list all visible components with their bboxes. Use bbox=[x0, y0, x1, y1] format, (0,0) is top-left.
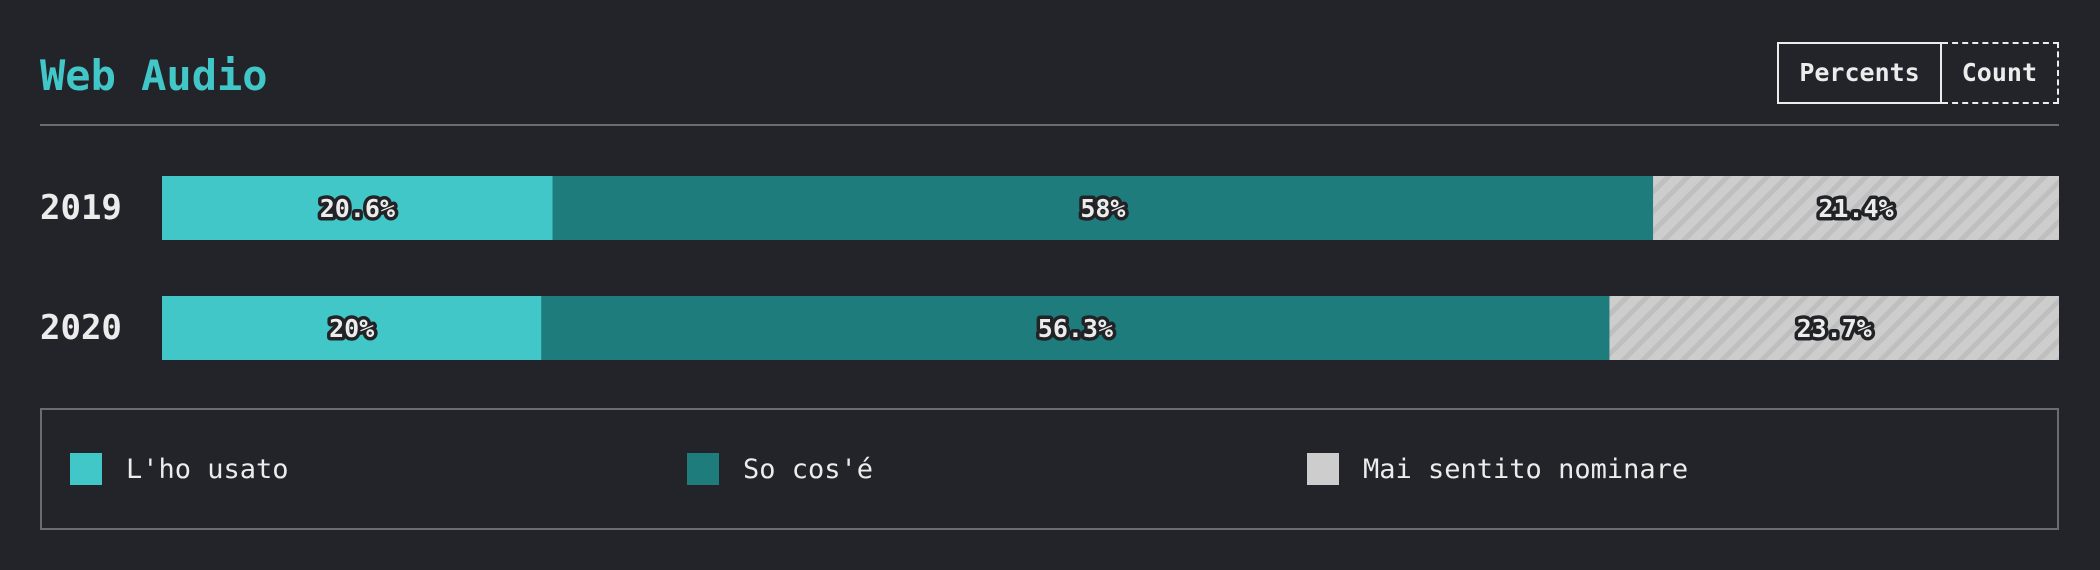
bar-label-2020-never: 23.7% bbox=[1797, 314, 1872, 343]
legend-item-used[interactable]: L'ho usato bbox=[70, 452, 289, 486]
stacked-bar-chart: 20.6% 58% 21.4% 20% 56.3% 23.7% bbox=[162, 176, 2059, 360]
legend-swatch-used bbox=[70, 453, 102, 485]
legend-swatch-know bbox=[687, 453, 719, 485]
bar-label-2019-used: 20.6% bbox=[320, 194, 395, 223]
legend-label-never: Mai sentito nominare bbox=[1363, 453, 1689, 485]
legend-item-know[interactable]: So cos'é bbox=[687, 452, 873, 486]
legend-swatch-never bbox=[1307, 453, 1339, 485]
legend-item-never[interactable]: Mai sentito nominare bbox=[1307, 452, 1688, 486]
bar-label-2020-know: 56.3% bbox=[1038, 314, 1113, 343]
chart-legend: L'ho usato So cos'é Mai sentito nominare bbox=[40, 408, 2059, 530]
bar-label-2019-never: 21.4% bbox=[1818, 194, 1893, 223]
bar-label-2019-know: 58% bbox=[1080, 194, 1125, 223]
legend-label-know: So cos'é bbox=[743, 453, 874, 485]
legend-label-used: L'ho usato bbox=[126, 453, 289, 485]
bar-label-2020-used: 20% bbox=[329, 314, 374, 343]
